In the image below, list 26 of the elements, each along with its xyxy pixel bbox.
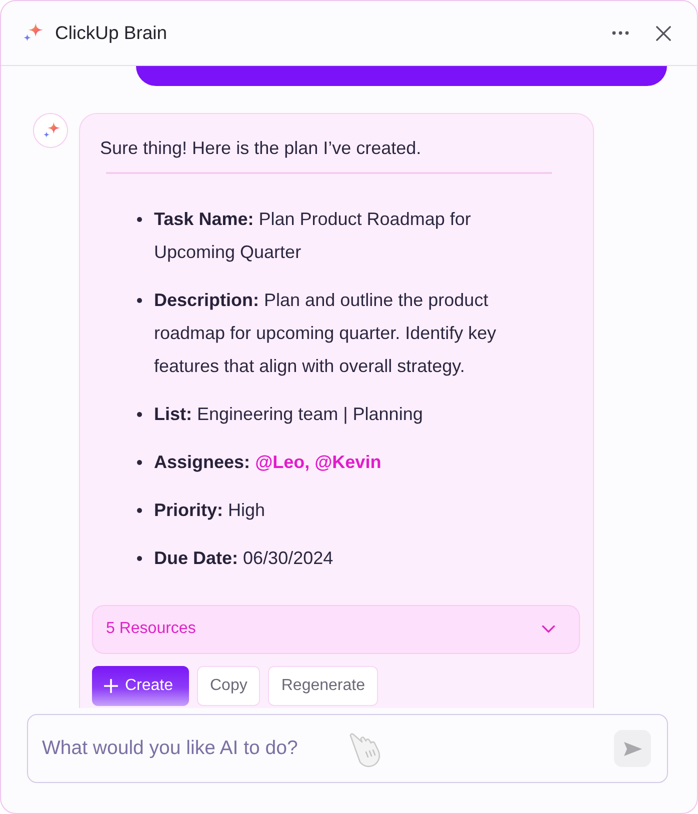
plus-icon [104, 678, 118, 692]
send-icon [622, 740, 642, 756]
action-button[interactable]: Regenerate [268, 666, 378, 706]
task-detail: List: Engineering team | Planning [154, 402, 424, 426]
more-icon[interactable] [612, 31, 629, 35]
prompt-input-field[interactable]: What would you like AI to do? [27, 714, 668, 783]
task-detail: Priority: High [154, 498, 266, 522]
task-detail: Assignees: @Leo, @Kevin [154, 450, 382, 474]
bullet-icon [137, 412, 142, 416]
task-detail: Description: Plan and outline the product roadmap for upcoming quarter. Identify key features that align with overall strategy. [154, 288, 498, 378]
task-detail: Due Date: 06/30/2024 [154, 546, 334, 570]
sparkle-icon [22, 23, 43, 44]
bullet-icon [137, 216, 142, 222]
window-title: ClickUp Brain [55, 22, 168, 44]
sparkle-avatar-icon [33, 113, 68, 148]
bullet-icon [137, 298, 142, 302]
close-icon[interactable] [656, 26, 671, 40]
bullet-icon [137, 556, 142, 560]
bullet-icon [137, 508, 142, 512]
response-intro: Sure thing! Here is the plan I’ve created. [99, 137, 422, 160]
resources-dropdown[interactable]: 5 Resources [92, 604, 580, 654]
bullet-icon [137, 460, 142, 464]
task-detail: Task Name: Plan Product Roadmap for Upcoming Quarter [154, 208, 472, 264]
action-button[interactable]: Copy [197, 666, 260, 706]
create-button[interactable]: Create [92, 666, 189, 706]
chevron-icon [542, 625, 555, 633]
